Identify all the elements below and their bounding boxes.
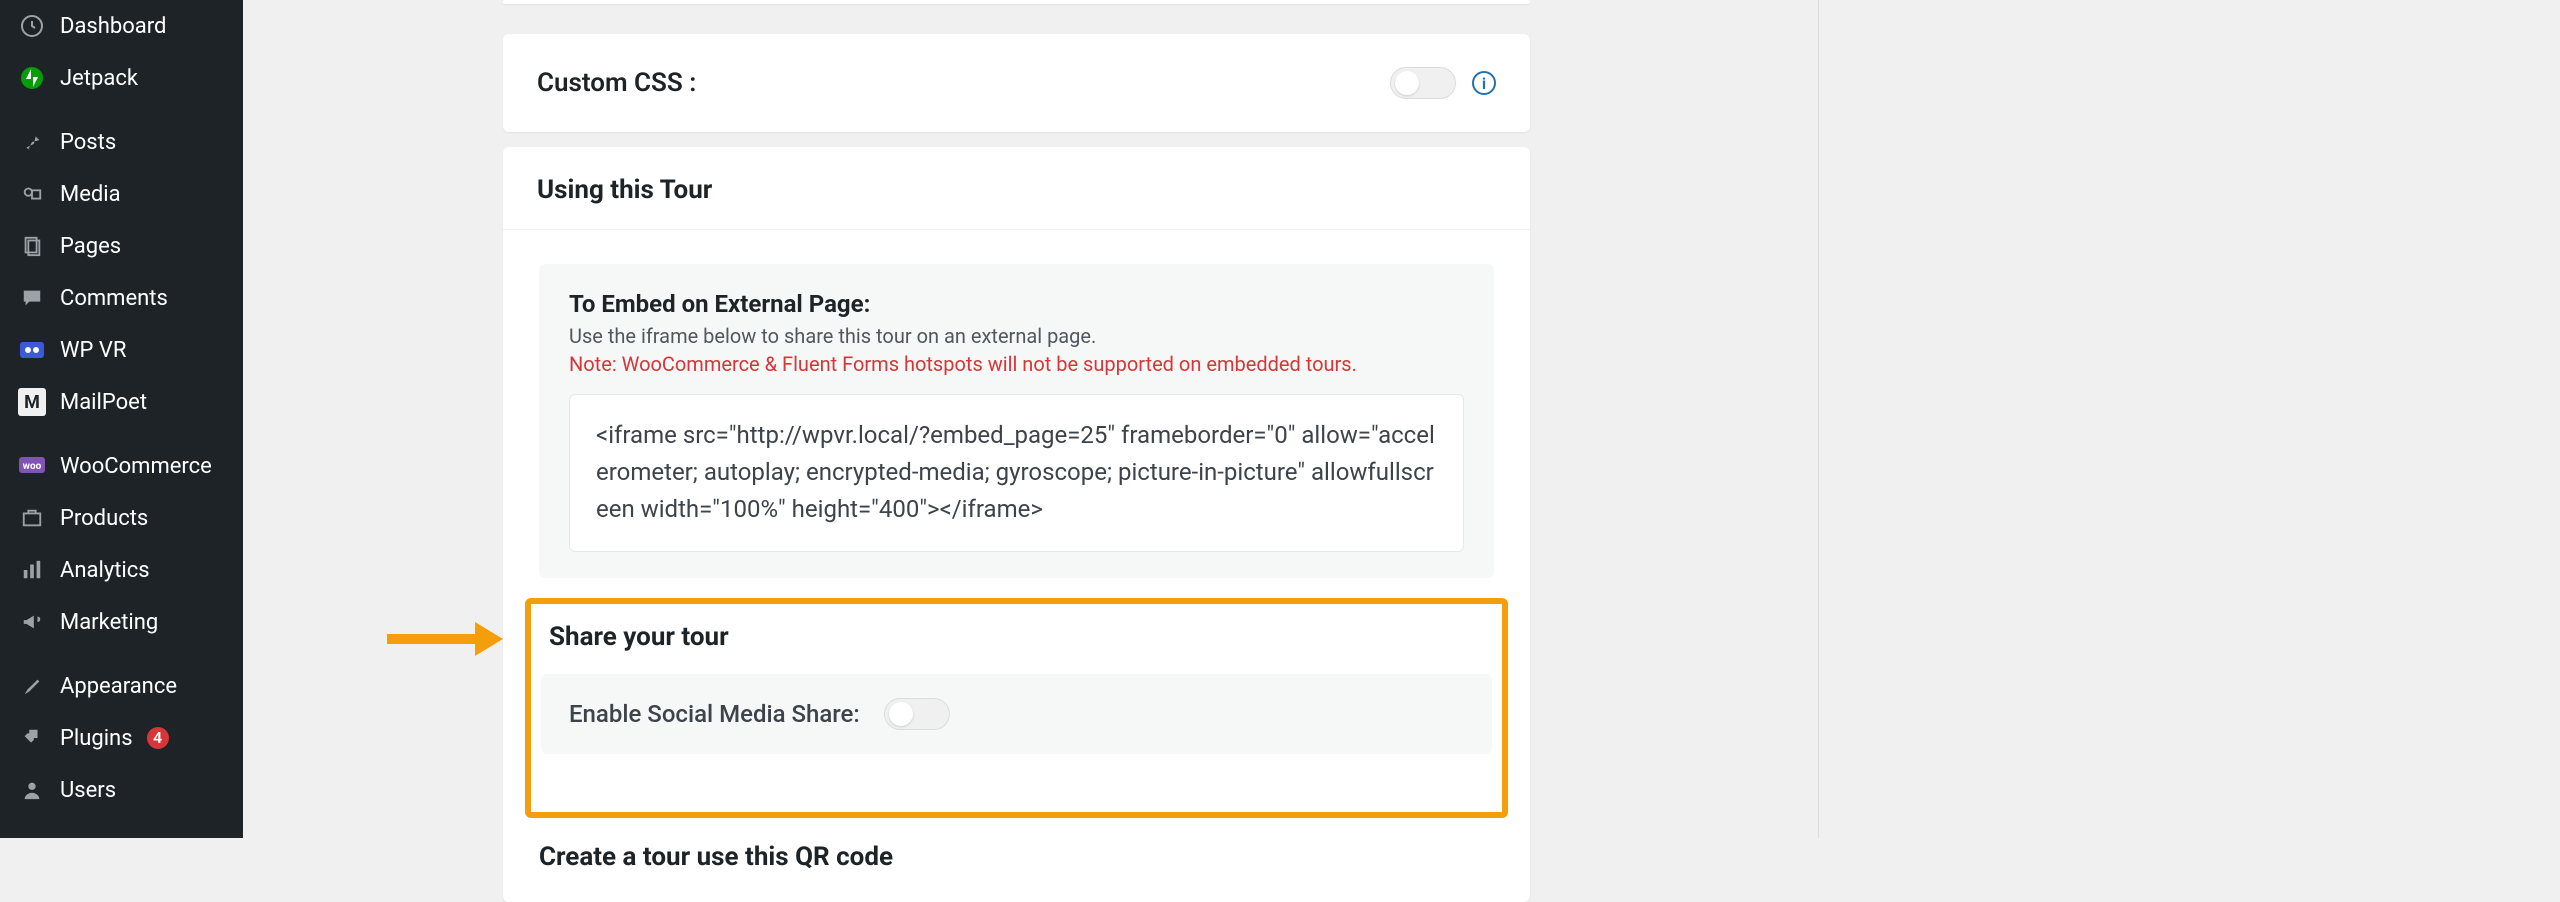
sidebar-item-comments[interactable]: Comments	[0, 272, 243, 324]
card-sliver	[503, 0, 1530, 4]
user-icon	[18, 776, 46, 804]
share-highlight-box: Share your tour Enable Social Media Shar…	[525, 598, 1508, 818]
sidebar-item-wpvr[interactable]: WP VR	[0, 324, 243, 376]
brush-icon	[18, 672, 46, 700]
admin-sidebar: Dashboard Jetpack Posts Media Pages Comm…	[0, 0, 243, 838]
sidebar-item-users[interactable]: Users	[0, 764, 243, 816]
enable-share-toggle[interactable]	[884, 698, 950, 730]
sidebar-item-dashboard[interactable]: Dashboard	[0, 0, 243, 52]
sidebar-item-label: Users	[60, 778, 116, 803]
qr-heading: Create a tour use this QR code	[503, 818, 1530, 872]
sidebar-item-products[interactable]: Products	[0, 492, 243, 544]
sidebar-item-label: Marketing	[60, 610, 158, 635]
comment-icon	[18, 284, 46, 312]
column-separator	[1818, 0, 1819, 838]
using-tour-card: Using this Tour To Embed on External Pag…	[503, 147, 1530, 902]
sidebar-item-analytics[interactable]: Analytics	[0, 544, 243, 596]
sidebar-item-jetpack[interactable]: Jetpack	[0, 52, 243, 104]
analytics-icon	[18, 556, 46, 584]
sidebar-item-label: Posts	[60, 130, 116, 155]
sidebar-item-label: Comments	[60, 286, 168, 311]
pages-icon	[18, 232, 46, 260]
sidebar-item-label: WP VR	[60, 338, 126, 363]
embed-block: To Embed on External Page: Use the ifram…	[539, 264, 1494, 578]
sidebar-item-marketing[interactable]: Marketing	[0, 596, 243, 648]
pin-icon	[18, 128, 46, 156]
sidebar-item-plugins[interactable]: Plugins 4	[0, 712, 243, 764]
media-icon	[18, 180, 46, 208]
embed-help-text: Use the iframe below to share this tour …	[569, 324, 1464, 348]
sidebar-item-label: Pages	[60, 234, 121, 259]
share-heading: Share your tour	[541, 604, 1492, 674]
custom-css-card: Custom CSS : i	[503, 34, 1530, 132]
sidebar-item-label: WooCommerce	[60, 454, 212, 479]
sidebar-item-posts[interactable]: Posts	[0, 116, 243, 168]
custom-css-label: Custom CSS :	[537, 68, 696, 98]
custom-css-toggle[interactable]	[1390, 67, 1456, 99]
sidebar-item-label: MailPoet	[60, 390, 147, 415]
dashboard-icon	[18, 12, 46, 40]
woo-icon: woo	[18, 452, 46, 480]
mailpoet-icon: M	[18, 388, 46, 416]
iframe-code-box[interactable]: <iframe src="http://wpvr.local/?embed_pa…	[569, 394, 1464, 552]
sidebar-item-appearance[interactable]: Appearance	[0, 660, 243, 712]
svg-text:woo: woo	[23, 461, 42, 472]
content-area: Custom CSS : i Using this Tour To Embed …	[243, 0, 2560, 838]
products-icon	[18, 504, 46, 532]
sidebar-item-mailpoet[interactable]: M MailPoet	[0, 376, 243, 428]
sidebar-item-label: Media	[60, 182, 121, 207]
sidebar-item-label: Analytics	[60, 558, 150, 583]
sidebar-item-woocommerce[interactable]: woo WooCommerce	[0, 440, 243, 492]
sidebar-item-label: Appearance	[60, 674, 177, 699]
annotation-arrow	[387, 626, 507, 652]
share-row: Enable Social Media Share:	[541, 674, 1492, 754]
sidebar-item-label: Dashboard	[60, 14, 166, 39]
jetpack-icon	[18, 64, 46, 92]
sidebar-item-label: Plugins	[60, 726, 133, 751]
sidebar-item-pages[interactable]: Pages	[0, 220, 243, 272]
sidebar-item-label: Jetpack	[60, 66, 138, 91]
sidebar-item-media[interactable]: Media	[0, 168, 243, 220]
plugins-update-badge: 4	[147, 727, 169, 749]
plugin-icon	[18, 724, 46, 752]
embed-title: To Embed on External Page:	[569, 290, 1464, 318]
megaphone-icon	[18, 608, 46, 636]
info-icon[interactable]: i	[1472, 71, 1496, 95]
sidebar-item-label: Products	[60, 506, 148, 531]
enable-share-label: Enable Social Media Share:	[569, 700, 860, 728]
embed-note-text: Note: WooCommerce & Fluent Forms hotspot…	[569, 352, 1464, 376]
vr-icon	[18, 336, 46, 364]
using-tour-heading: Using this Tour	[503, 147, 1530, 230]
